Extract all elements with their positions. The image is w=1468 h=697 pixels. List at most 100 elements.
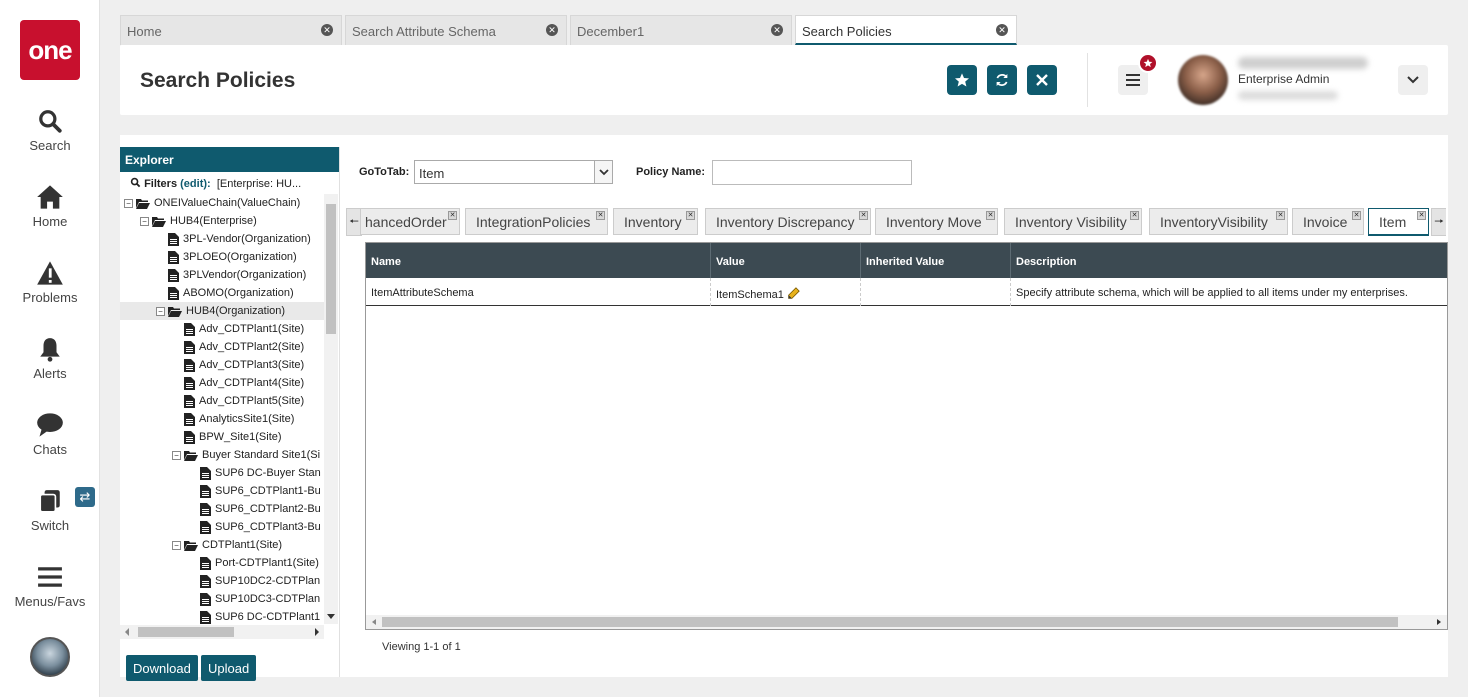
policy-tab-integrationpolicies[interactable]: IntegrationPolicies ✕ bbox=[465, 208, 608, 235]
tree-node[interactable]: SUP6 DC-CDTPlant1 bbox=[120, 608, 324, 624]
policy-name-input[interactable] bbox=[712, 160, 912, 185]
scrollbar-thumb[interactable] bbox=[382, 617, 1398, 627]
policy-tab-inventory-visibility[interactable]: Inventory Visibility ✕ bbox=[1004, 208, 1142, 235]
tree-node[interactable]: 3PLOEO(Organization) bbox=[120, 248, 324, 266]
tree-node[interactable]: SUP6_CDTPlant3-Bu bbox=[120, 518, 324, 536]
filters-value: [Enterprise: HU... bbox=[216, 178, 302, 190]
close-icon[interactable]: ✕ bbox=[686, 211, 695, 220]
column-header-value[interactable]: Value bbox=[711, 243, 861, 278]
tree-horizontal-scrollbar[interactable] bbox=[120, 625, 324, 639]
nav-chats[interactable]: Chats bbox=[0, 412, 100, 457]
scroll-right-icon[interactable] bbox=[1434, 615, 1444, 629]
scroll-right-icon[interactable] bbox=[312, 625, 322, 639]
close-icon[interactable]: ✕ bbox=[1417, 211, 1426, 220]
goto-tab-select[interactable]: Item bbox=[414, 160, 613, 184]
chevron-down-icon[interactable] bbox=[594, 161, 612, 183]
column-header-name[interactable]: Name bbox=[366, 243, 711, 278]
nav-alerts[interactable]: Alerts bbox=[0, 336, 100, 381]
tree-node[interactable]: Adv_CDTPlant2(Site) bbox=[120, 338, 324, 356]
tree-node[interactable]: Adv_CDTPlant1(Site) bbox=[120, 320, 324, 338]
collapse-toggle-icon[interactable]: − bbox=[124, 198, 133, 208]
cell-value[interactable]: ItemSchema1 bbox=[711, 278, 861, 306]
nav-menus-favs[interactable]: Menus/Favs bbox=[0, 564, 100, 609]
tree-node[interactable]: AnalyticsSite1(Site) bbox=[120, 410, 324, 428]
home-icon bbox=[37, 185, 63, 209]
refresh-button[interactable] bbox=[987, 65, 1017, 95]
close-icon[interactable]: ✕ bbox=[1276, 211, 1285, 220]
tabs-scroll-right-icon[interactable]: 🠖 bbox=[1431, 208, 1446, 236]
download-button[interactable]: Download bbox=[126, 655, 198, 681]
policy-tab-invoice[interactable]: Invoice ✕ bbox=[1292, 208, 1364, 235]
close-icon[interactable]: ✕ bbox=[771, 24, 783, 36]
favorite-button[interactable] bbox=[947, 65, 977, 95]
collapse-toggle-icon[interactable]: − bbox=[156, 306, 165, 316]
tab-search-attribute-schema[interactable]: Search Attribute Schema ✕ bbox=[345, 15, 567, 45]
close-icon[interactable]: ✕ bbox=[321, 24, 333, 36]
collapse-toggle-icon[interactable]: − bbox=[172, 450, 181, 460]
tree-node[interactable]: Adv_CDTPlant5(Site) bbox=[120, 392, 324, 410]
tree-node[interactable]: SUP10DC3-CDTPlan bbox=[120, 590, 324, 608]
upload-button[interactable]: Upload bbox=[201, 655, 257, 681]
user-menu-dropdown[interactable] bbox=[1398, 65, 1428, 95]
scroll-left-icon[interactable] bbox=[122, 625, 132, 639]
nav-home[interactable]: Home bbox=[0, 184, 100, 229]
one-logo[interactable]: one bbox=[20, 20, 80, 80]
close-icon[interactable]: ✕ bbox=[546, 24, 558, 36]
tree-vertical-scrollbar[interactable] bbox=[324, 194, 338, 624]
tab-december1[interactable]: December1 ✕ bbox=[570, 15, 792, 45]
grid-horizontal-scrollbar[interactable] bbox=[366, 615, 1447, 629]
tree-node[interactable]: − HUB4(Organization) bbox=[120, 302, 324, 320]
switch-arrows-icon[interactable]: ⇄ bbox=[75, 487, 95, 507]
scroll-left-icon[interactable] bbox=[369, 615, 379, 629]
tab-search-policies[interactable]: Search Policies ✕ bbox=[795, 15, 1017, 45]
policy-tab-enhancedorder[interactable]: hancedOrder ✕ bbox=[360, 208, 460, 235]
tree-node[interactable]: Adv_CDTPlant3(Site) bbox=[120, 356, 324, 374]
tree-node[interactable]: BPW_Site1(Site) bbox=[120, 428, 324, 446]
tree-node[interactable]: SUP6_CDTPlant2-Bu bbox=[120, 500, 324, 518]
tree-node[interactable]: − HUB4(Enterprise) bbox=[120, 212, 324, 230]
policy-tab-item[interactable]: Item ✕ bbox=[1368, 208, 1429, 236]
collapse-toggle-icon[interactable]: − bbox=[140, 216, 149, 226]
user-avatar[interactable] bbox=[1178, 55, 1228, 105]
tree-node[interactable]: − CDTPlant1(Site) bbox=[120, 536, 324, 554]
tree-node[interactable]: SUP6 DC-Buyer Stan bbox=[120, 464, 324, 482]
close-icon[interactable]: ✕ bbox=[986, 211, 995, 220]
policy-tab-inventory[interactable]: Inventory ✕ bbox=[613, 208, 698, 235]
close-icon[interactable]: ✕ bbox=[596, 211, 605, 220]
bell-icon bbox=[40, 338, 60, 362]
close-button[interactable] bbox=[1027, 65, 1057, 95]
scrollbar-thumb[interactable] bbox=[138, 627, 234, 637]
policy-tab-inventoryvisibility[interactable]: InventoryVisibility ✕ bbox=[1149, 208, 1288, 235]
tree-node[interactable]: Adv_CDTPlant4(Site) bbox=[120, 374, 324, 392]
tree-node[interactable]: 3PLVendor(Organization) bbox=[120, 266, 324, 284]
assistant-avatar[interactable] bbox=[30, 637, 70, 677]
tree-node[interactable]: SUP6_CDTPlant1-Bu bbox=[120, 482, 324, 500]
notification-badge[interactable] bbox=[1138, 53, 1158, 73]
close-icon[interactable]: ✕ bbox=[1352, 211, 1361, 220]
column-header-description[interactable]: Description bbox=[1011, 243, 1447, 278]
tree-node[interactable]: Port-CDTPlant1(Site) bbox=[120, 554, 324, 572]
tree-node[interactable]: − Buyer Standard Site1(Si bbox=[120, 446, 324, 464]
close-icon[interactable]: ✕ bbox=[859, 211, 868, 220]
scroll-down-icon[interactable] bbox=[324, 612, 338, 622]
tree-node[interactable]: 3PL-Vendor(Organization) bbox=[120, 230, 324, 248]
policy-tab-inventory-discrepancy[interactable]: Inventory Discrepancy ✕ bbox=[705, 208, 871, 235]
tree-node-label: Adv_CDTPlant4(Site) bbox=[199, 377, 305, 389]
column-header-inherited-value[interactable]: Inherited Value bbox=[861, 243, 1011, 278]
filters-edit-link[interactable]: (edit): bbox=[180, 178, 211, 190]
tree-node[interactable]: SUP10DC2-CDTPlan bbox=[120, 572, 324, 590]
nav-search[interactable]: Search bbox=[0, 108, 100, 153]
tree-node[interactable]: − ONEIValueChain(ValueChain) bbox=[120, 194, 324, 212]
close-icon[interactable]: ✕ bbox=[996, 24, 1008, 36]
nav-problems[interactable]: Problems bbox=[0, 260, 100, 305]
tree-node[interactable]: ABOMO(Organization) bbox=[120, 284, 324, 302]
pencil-edit-icon[interactable] bbox=[787, 287, 800, 300]
table-row[interactable]: ItemAttributeSchema ItemSchema1 Specify … bbox=[366, 278, 1447, 306]
scrollbar-thumb[interactable] bbox=[326, 204, 336, 334]
tab-label: December1 bbox=[577, 24, 645, 39]
tab-home[interactable]: Home ✕ bbox=[120, 15, 342, 45]
close-icon[interactable]: ✕ bbox=[448, 211, 457, 220]
collapse-toggle-icon[interactable]: − bbox=[172, 540, 181, 550]
policy-tab-inventory-move[interactable]: Inventory Move ✕ bbox=[875, 208, 998, 235]
close-icon[interactable]: ✕ bbox=[1130, 211, 1139, 220]
